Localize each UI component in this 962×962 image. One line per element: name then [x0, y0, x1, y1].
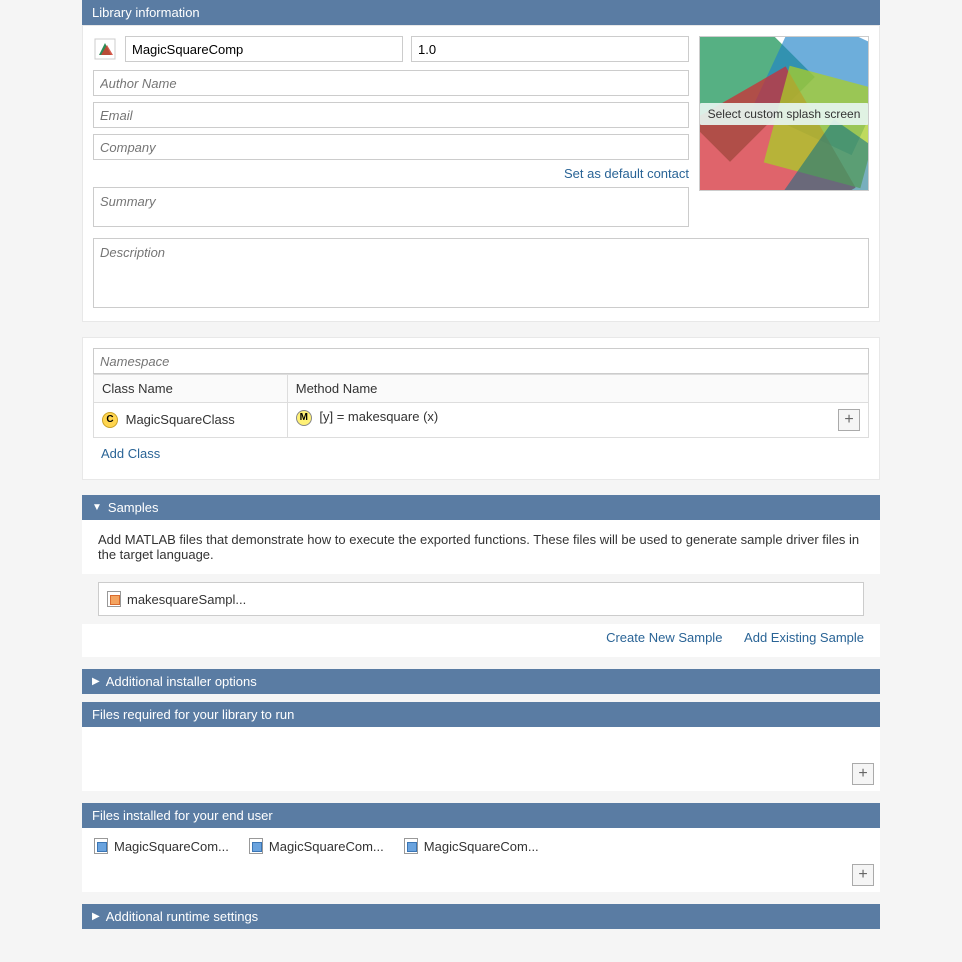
installer-options-title: Additional installer options [106, 674, 257, 689]
classes-panel: Class Name Method Name C MagicSquareClas… [82, 337, 880, 480]
installed-file-item[interactable]: MagicSquareCom... [94, 838, 229, 854]
summary-textarea[interactable] [93, 187, 689, 227]
method-signature: [y] = makesquare (x) [319, 409, 438, 424]
installed-file-name: MagicSquareCom... [269, 839, 384, 854]
samples-description: Add MATLAB files that demonstrate how to… [82, 520, 880, 574]
add-installed-file-button[interactable]: + [852, 864, 874, 886]
sample-file-name: makesquareSampl... [127, 592, 246, 607]
splash-screen-selector[interactable]: Select custom splash screen [699, 36, 869, 191]
installed-file-name: MagicSquareCom... [114, 839, 229, 854]
col-header-method: Method Name [287, 375, 868, 403]
method-icon: M [296, 410, 312, 426]
author-name-input[interactable] [93, 70, 689, 96]
splash-label: Select custom splash screen [700, 103, 869, 125]
chevron-right-icon: ▶ [92, 911, 100, 922]
runtime-settings-header[interactable]: ▶ Additional runtime settings [82, 904, 880, 929]
add-existing-sample-link[interactable]: Add Existing Sample [744, 630, 864, 645]
sample-file-item[interactable]: makesquareSampl... [98, 582, 864, 616]
installed-file-item[interactable]: MagicSquareCom... [249, 838, 384, 854]
library-info-title: Library information [92, 5, 200, 20]
class-table: Class Name Method Name C MagicSquareClas… [93, 374, 869, 438]
files-required-title: Files required for your library to run [92, 707, 294, 722]
add-required-file-button[interactable]: + [852, 763, 874, 785]
set-default-contact-link[interactable]: Set as default contact [564, 166, 689, 181]
create-new-sample-link[interactable]: Create New Sample [606, 630, 722, 645]
file-icon [107, 591, 121, 607]
files-installed-header: Files installed for your end user [82, 803, 880, 828]
class-icon: C [102, 412, 118, 428]
sample-links: Create New Sample Add Existing Sample [82, 624, 880, 657]
namespace-input[interactable] [93, 348, 869, 374]
company-input[interactable] [93, 134, 689, 160]
add-class-link[interactable]: Add Class [101, 446, 160, 461]
table-header-row: Class Name Method Name [94, 375, 869, 403]
samples-title: Samples [108, 500, 159, 515]
file-icon [249, 838, 263, 854]
library-info-panel: Set as default contact Select custom spl… [82, 25, 880, 322]
library-name-input[interactable] [125, 36, 403, 62]
file-icon [404, 838, 418, 854]
installer-options-header[interactable]: ▶ Additional installer options [82, 669, 880, 694]
file-icon [94, 838, 108, 854]
col-header-class: Class Name [94, 375, 288, 403]
table-row: C MagicSquareClass M [y] = makesquare (x… [94, 403, 869, 438]
library-icon [93, 37, 117, 61]
files-installed-body: MagicSquareCom... MagicSquareCom... Magi… [82, 828, 880, 892]
files-required-body: + [82, 727, 880, 791]
files-installed-title: Files installed for your end user [92, 808, 273, 823]
library-version-input[interactable] [411, 36, 689, 62]
description-textarea[interactable] [93, 238, 869, 308]
email-input[interactable] [93, 102, 689, 128]
samples-header[interactable]: ▼ Samples [82, 495, 880, 520]
runtime-settings-title: Additional runtime settings [106, 909, 258, 924]
installed-file-item[interactable]: MagicSquareCom... [404, 838, 539, 854]
chevron-down-icon: ▼ [92, 502, 102, 513]
add-method-button[interactable]: + [838, 409, 860, 431]
files-required-header: Files required for your library to run [82, 702, 880, 727]
chevron-right-icon: ▶ [92, 676, 100, 687]
library-info-header: Library information [82, 0, 880, 25]
class-name: MagicSquareClass [126, 412, 235, 427]
installed-file-name: MagicSquareCom... [424, 839, 539, 854]
